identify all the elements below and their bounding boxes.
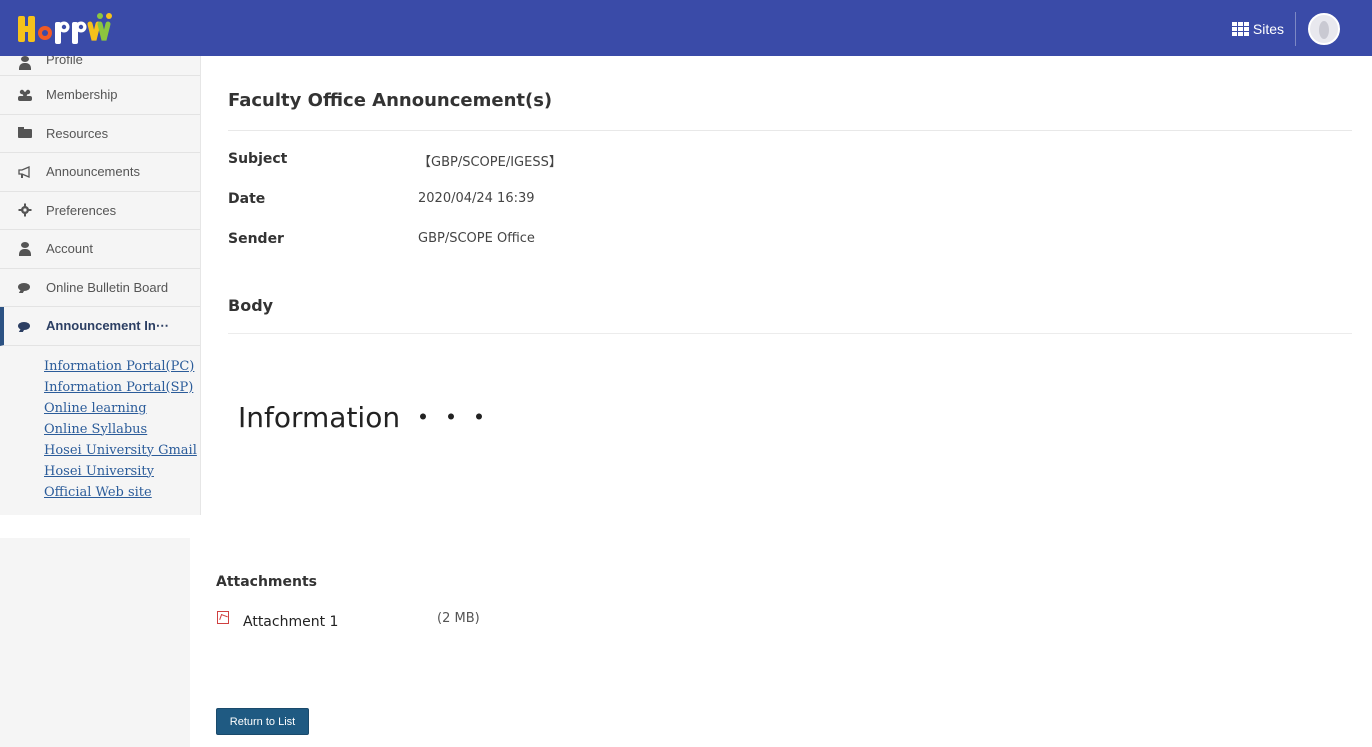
attachment-size: (2 MB) [437,611,480,626]
sidebar-item-announcements[interactable]: Announcements [0,153,200,192]
divider [228,130,1352,131]
sidebar-item-label: Account [46,241,93,257]
sites-label: Sites [1252,21,1284,37]
folder-icon [18,126,32,140]
sidebar-item-resources[interactable]: Resources [0,115,200,153]
hoppii-logo[interactable] [14,10,124,46]
body-heading: Body [228,296,274,315]
sidebar-item-label: Profile [46,56,83,67]
top-navbar: Sites [0,0,1372,56]
chat-icon [18,280,32,294]
sidebar-item-online-bulletin-board[interactable]: Online Bulletin Board [0,269,200,307]
subject-label: Subject [228,151,288,167]
sender-label: Sender [228,231,284,247]
page-title: Faculty Office Announcement(s) [228,90,553,111]
sidebar-item-label: Membership [46,87,118,103]
sender-value: GBP/SCOPE Office [418,231,535,246]
sidebar-item-label: Announcement In⋯ [46,317,169,333]
sidebar-item-account[interactable]: Account [0,230,200,269]
attachment-link[interactable]: Attachment 1 [243,614,338,630]
sidebar-item-label: Resources [46,125,109,141]
link-information-portal-pc[interactable]: Information Portal(PC) [44,356,200,377]
sidebar-item-announcement-info[interactable]: Announcement In⋯ [0,307,200,346]
topbar-divider [1295,12,1296,46]
link-hosei-gmail[interactable]: Hosei University Gmail [44,440,200,461]
link-information-portal-sp[interactable]: Information Portal(SP) [44,377,200,398]
link-hosei-university[interactable]: Hosei University [44,461,200,482]
divider [228,333,1352,334]
link-official-web-site[interactable]: Official Web site [44,482,200,503]
link-online-syllabus[interactable]: Online Syllabus [44,419,200,440]
link-online-learning[interactable]: Online learning [44,398,200,419]
megaphone-icon [18,165,32,179]
body-text: Information ・・・ [238,401,493,434]
return-to-list-button[interactable]: Return to List [216,708,309,735]
attachments-heading: Attachments [216,574,318,590]
sidebar-item-label: Announcements [46,164,140,180]
user-avatar[interactable] [1308,13,1340,45]
gear-icon [18,203,32,217]
date-label: Date [228,191,266,207]
pdf-icon [217,611,229,624]
sidebar-item-preferences[interactable]: Preferences [0,192,200,230]
person-icon [18,242,32,256]
chat-icon [18,319,32,333]
sidebar-item-membership[interactable]: Membership [0,76,200,115]
sites-button[interactable]: Sites [1231,16,1284,42]
sidebar-item-label: Preferences [46,202,117,218]
group-icon [18,88,32,102]
grid-icon [1231,22,1249,36]
date-value: 2020/04/24 16:39 [418,191,535,206]
sidebar-item-profile[interactable]: Profile [0,56,200,76]
sidebar-lower-panel [0,538,190,747]
sidebar-item-label: Online Bulletin Board [46,279,169,295]
person-icon [18,56,32,70]
tool-sidebar: Profile Membership Resources Announcemen… [0,56,201,515]
sidebar-links: Information Portal(PC) Information Porta… [0,346,200,503]
subject-value: 【GBP/SCOPE/IGESS】 [418,155,562,170]
